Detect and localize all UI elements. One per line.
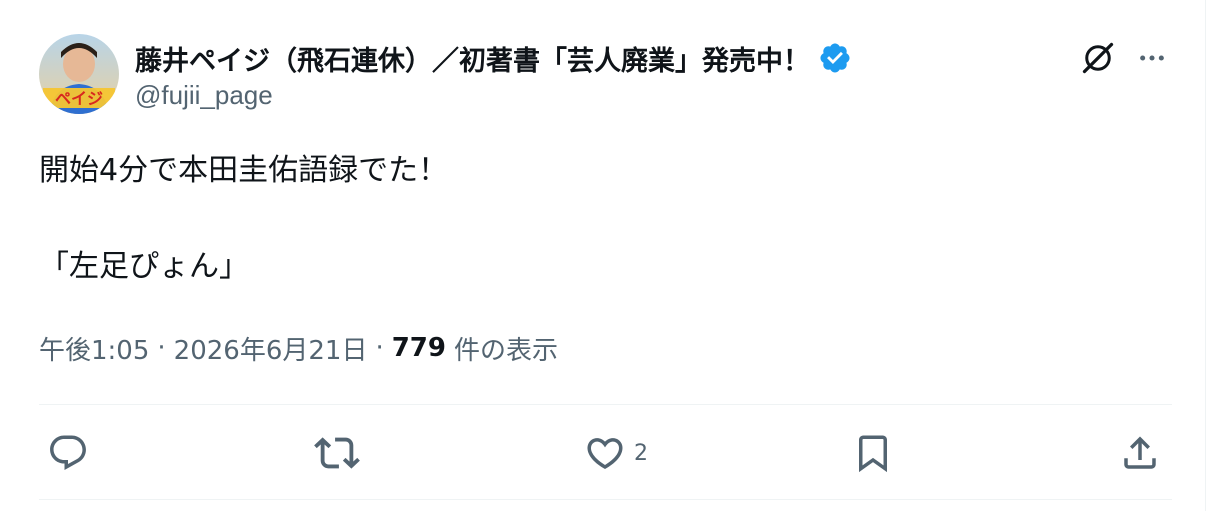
tweet-text-line: 「左足ぴょん」: [39, 249, 249, 284]
share-icon: [1124, 436, 1156, 469]
divider: [39, 499, 1172, 500]
tweet-text-line: 開始4分で本田圭佑語録でた！: [39, 153, 449, 188]
views-count: 779: [391, 333, 446, 363]
tweet-card: ペイジ 藤井ペイジ（飛石連休）／初著書「芸人廃業」発売中！ @fujii_pag…: [0, 0, 1212, 511]
verified-badge-icon: [818, 41, 852, 75]
bookmark-icon: [859, 435, 887, 473]
tweet-time[interactable]: 午後1:05: [39, 330, 149, 367]
column-border: [1205, 0, 1212, 511]
like-count: 2: [634, 440, 648, 466]
meta-separator: ·: [375, 333, 384, 363]
reply-button[interactable]: [47, 428, 89, 478]
retweet-button[interactable]: [314, 428, 360, 478]
author-name-row: 藤井ペイジ（飛石連休）／初著書「芸人廃業」発売中！: [135, 38, 852, 78]
retweet-icon: [314, 437, 360, 469]
svg-text:ペイジ: ペイジ: [55, 89, 103, 108]
tweet-date[interactable]: 2026年6月21日: [174, 330, 368, 367]
author-handle[interactable]: @fujii_page: [135, 80, 273, 111]
bookmark-button[interactable]: [852, 428, 894, 478]
divider: [39, 404, 1172, 405]
grok-icon[interactable]: [1078, 38, 1118, 78]
avatar[interactable]: ペイジ: [39, 34, 119, 114]
tweet-text: 開始4分で本田圭佑語録でた！ 「左足ぴょん」: [39, 148, 448, 332]
reply-icon: [50, 435, 86, 470]
more-horizontal-icon[interactable]: [1132, 38, 1172, 78]
views-label: 件の表示: [454, 335, 559, 366]
share-button[interactable]: [1119, 428, 1161, 478]
heart-icon: [587, 438, 623, 470]
avatar-image: ペイジ: [39, 34, 119, 114]
meta-separator: ·: [157, 333, 166, 363]
author-display-name[interactable]: 藤井ペイジ（飛石連休）／初著書「芸人廃業」発売中！: [135, 39, 810, 78]
like-button[interactable]: 2: [584, 428, 648, 478]
tweet-meta: 午後1:05 · 2026年6月21日 · 779 件の表示: [39, 328, 558, 368]
